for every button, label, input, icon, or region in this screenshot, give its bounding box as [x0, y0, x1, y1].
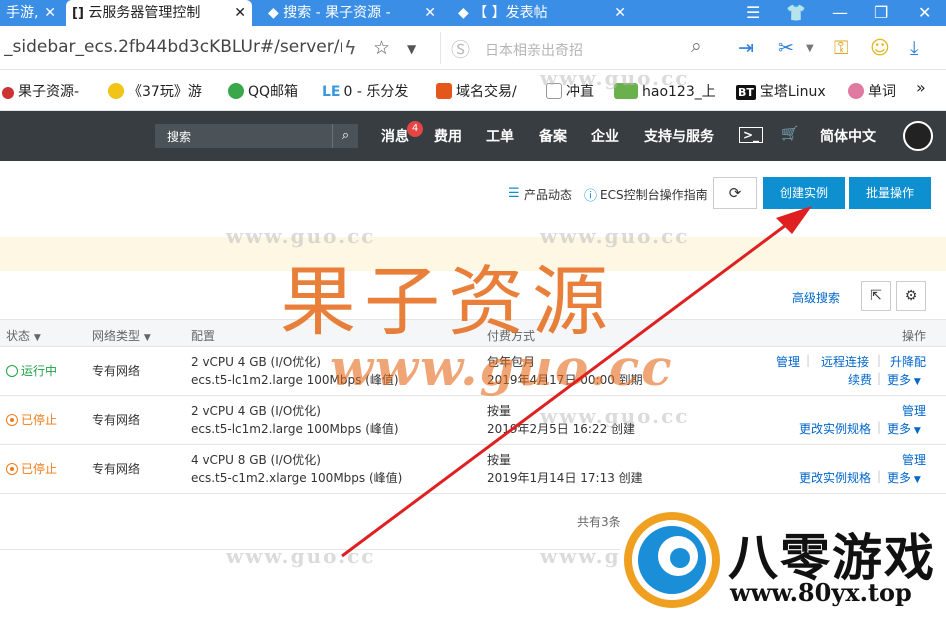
swirl-logo-icon	[624, 512, 720, 608]
logo-url: www.80yx.top	[730, 578, 912, 607]
site-logo: 八零游戏 www.80yx.top	[620, 500, 946, 643]
